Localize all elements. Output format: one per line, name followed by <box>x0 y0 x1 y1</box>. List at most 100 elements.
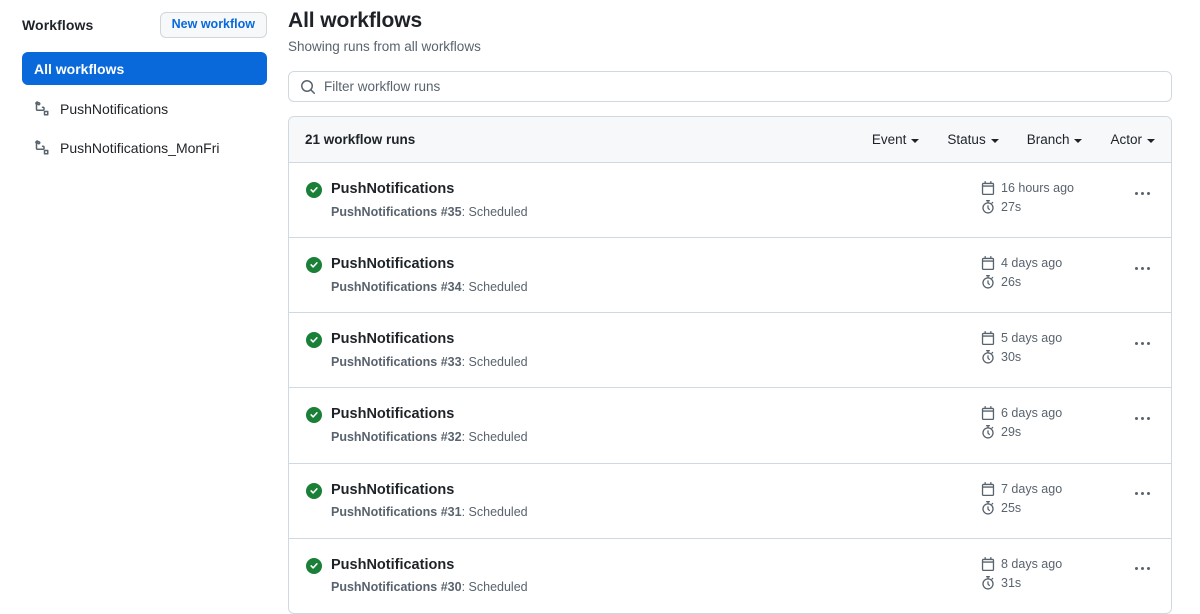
table-row[interactable]: PushNotifications PushNotifications #30:… <box>289 539 1171 613</box>
run-time-text: 16 hours ago <box>1001 181 1074 196</box>
chevron-down-icon <box>911 138 920 143</box>
kebab-dot <box>1140 341 1144 345</box>
success-check-icon <box>306 407 322 424</box>
page-title: All workflows <box>288 9 423 32</box>
chevron-down-icon <box>1074 138 1083 143</box>
run-subtitle: PushNotifications #35: Scheduled <box>331 204 528 219</box>
calendar-icon <box>981 481 995 496</box>
sidebar-item-pushnotifications-monfri[interactable]: PushNotifications_MonFri <box>22 132 267 163</box>
workflow-runs-list: PushNotifications PushNotifications #35:… <box>289 163 1171 612</box>
stopwatch-icon <box>981 425 995 440</box>
run-duration: 25s <box>981 500 1091 515</box>
kebab-dot <box>1134 191 1138 195</box>
sidebar-item-all-workflows[interactable]: All workflows <box>22 52 267 85</box>
calendar-icon <box>981 256 995 271</box>
run-time-text: 5 days ago <box>1001 331 1063 346</box>
kebab-dot <box>1134 567 1138 571</box>
stopwatch-icon <box>981 575 995 590</box>
kebab-dot <box>1146 567 1150 571</box>
stopwatch-icon <box>981 350 995 364</box>
run-options-button[interactable] <box>1129 407 1155 429</box>
chevron-down-icon <box>1147 138 1155 143</box>
workflow-nav-list: All workflows PushNotifications PushNoti… <box>22 52 267 163</box>
table-row[interactable]: PushNotifications PushNotifications #33:… <box>289 313 1171 389</box>
run-options-button[interactable] <box>1129 332 1155 354</box>
calendar-icon <box>981 181 995 196</box>
workflow-icon <box>34 100 50 117</box>
filter-branch-label: Branch <box>1026 132 1070 148</box>
run-duration-text: 31s <box>1001 575 1022 590</box>
workflow-icon <box>34 139 50 156</box>
run-options-button[interactable] <box>1129 257 1155 279</box>
search-bar[interactable] <box>288 71 1172 103</box>
filter-actor[interactable]: Actor <box>1110 132 1155 147</box>
kebab-dot <box>1140 416 1144 420</box>
sidebar-item-label: PushNotifications <box>60 100 169 117</box>
table-row[interactable]: PushNotifications PushNotifications #34:… <box>289 238 1171 314</box>
run-options-button[interactable] <box>1129 483 1155 505</box>
kebab-dot <box>1146 492 1150 496</box>
run-meta: 8 days ago 31s <box>981 556 1091 590</box>
sidebar: Workflows New workflow All workflows Pus… <box>0 0 285 591</box>
run-timestamp: 4 days ago <box>981 256 1091 271</box>
sidebar-title: Workflows <box>22 17 94 33</box>
run-timestamp: 5 days ago <box>981 331 1091 346</box>
search-input[interactable] <box>324 72 1160 102</box>
workflow-runs-header: 21 workflow runs Event Status Branch Act… <box>289 117 1171 164</box>
run-name[interactable]: PushNotifications <box>331 180 981 200</box>
run-duration-text: 29s <box>1001 425 1022 440</box>
kebab-dot <box>1140 492 1144 496</box>
run-name[interactable]: PushNotifications <box>331 330 981 350</box>
run-timestamp: 8 days ago <box>981 556 1091 571</box>
chevron-down-icon <box>990 138 999 143</box>
success-check-icon <box>306 557 322 574</box>
sidebar-item-label: All workflows <box>34 60 125 77</box>
run-options-button[interactable] <box>1129 558 1155 580</box>
table-row[interactable]: PushNotifications PushNotifications #32:… <box>289 388 1171 464</box>
sidebar-item-pushnotifications[interactable]: PushNotifications <box>22 93 267 124</box>
workflows-page: Workflows New workflow All workflows Pus… <box>0 0 1200 614</box>
run-meta: 6 days ago 29s <box>981 405 1091 439</box>
filter-group: Event Status Branch Actor <box>872 132 1155 147</box>
calendar-icon <box>981 406 995 421</box>
run-subtitle: PushNotifications #34: Scheduled <box>331 279 528 294</box>
sidebar-header: Workflows New workflow <box>22 10 267 40</box>
kebab-dot <box>1146 266 1150 270</box>
run-options-button[interactable] <box>1129 182 1155 204</box>
run-info: PushNotifications PushNotifications #32:… <box>331 405 981 446</box>
success-check-icon <box>306 257 322 274</box>
success-check-icon <box>306 182 322 199</box>
kebab-dot <box>1140 266 1144 270</box>
workflow-runs-table: 21 workflow runs Event Status Branch Act… <box>288 116 1172 614</box>
run-duration: 31s <box>981 575 1091 590</box>
kebab-dot <box>1146 416 1150 420</box>
run-duration-text: 30s <box>1001 350 1022 365</box>
filter-status-label: Status <box>947 132 986 148</box>
filter-event[interactable]: Event <box>872 132 920 147</box>
run-name[interactable]: PushNotifications <box>331 481 981 501</box>
kebab-dot <box>1134 416 1138 420</box>
table-row[interactable]: PushNotifications PushNotifications #35:… <box>289 163 1171 239</box>
run-duration-text: 26s <box>1001 275 1022 290</box>
run-subtitle: PushNotifications #30: Scheduled <box>331 580 528 595</box>
run-meta: 7 days ago 25s <box>981 481 1091 515</box>
run-name[interactable]: PushNotifications <box>331 556 981 576</box>
filter-event-label: Event <box>871 132 907 148</box>
run-timestamp: 7 days ago <box>981 481 1091 496</box>
page-subtitle: Showing runs from all workflows <box>288 39 481 55</box>
sidebar-item-label: PushNotifications_MonFri <box>60 139 220 156</box>
new-workflow-button[interactable]: New workflow <box>159 11 267 39</box>
kebab-dot <box>1146 191 1150 195</box>
run-info: PushNotifications PushNotifications #35:… <box>331 180 981 221</box>
filter-branch[interactable]: Branch <box>1027 132 1083 147</box>
filter-status[interactable]: Status <box>947 132 999 148</box>
table-row[interactable]: PushNotifications PushNotifications #31:… <box>289 464 1171 539</box>
run-info: PushNotifications PushNotifications #34:… <box>331 255 981 296</box>
stopwatch-icon <box>981 275 995 289</box>
run-subtitle: PushNotifications #33: Scheduled <box>331 354 528 369</box>
workflow-runs-count: 21 workflow runs <box>305 132 416 148</box>
run-name[interactable]: PushNotifications <box>331 405 981 425</box>
success-check-icon <box>306 332 322 349</box>
run-name[interactable]: PushNotifications <box>331 255 981 275</box>
stopwatch-icon <box>981 200 995 214</box>
